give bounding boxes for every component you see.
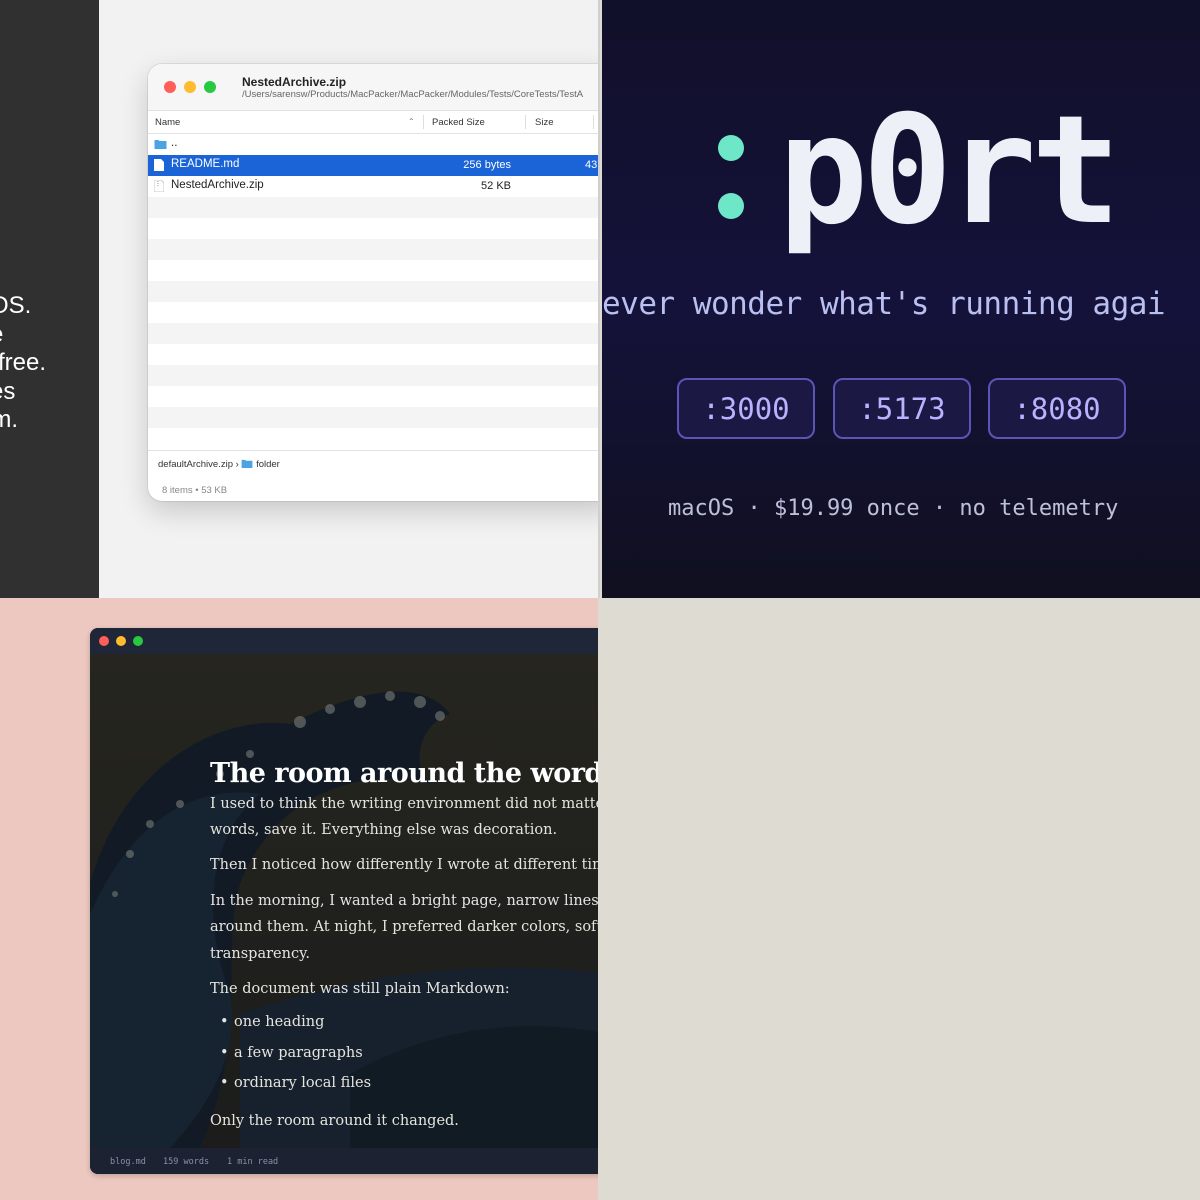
zip-file-icon xyxy=(154,180,164,192)
empty-row xyxy=(148,302,600,323)
close-button[interactable] xyxy=(164,81,176,93)
caption-line: em. xyxy=(0,406,19,433)
list-item-selected[interactable]: README.md 256 bytes 437 by xyxy=(148,155,600,176)
document-icon xyxy=(154,159,164,171)
breadcrumb-folder[interactable]: folder xyxy=(256,459,280,470)
archive-window: NestedArchive.zip /Users/sarensw/Product… xyxy=(148,64,600,501)
breadcrumb-separator: › xyxy=(235,459,239,470)
port-promo-panel: p0rt ever wonder what's running agai :30… xyxy=(602,0,1200,598)
column-divider[interactable] xyxy=(525,115,526,129)
product-meta: macOS · $19.99 once · no telemetry xyxy=(668,496,1119,521)
status-read-time: 1 min read xyxy=(227,1157,279,1167)
empty-row xyxy=(148,386,600,407)
tagline: ever wonder what's running agai xyxy=(602,286,1166,322)
status-word-count: 159 words xyxy=(163,1157,210,1167)
paragraph: The document was still plain Markdown: xyxy=(210,981,510,997)
folder-icon xyxy=(154,140,167,149)
column-divider[interactable] xyxy=(423,115,424,129)
size: 437 by xyxy=(584,159,600,171)
empty-row xyxy=(148,239,600,260)
paragraph: In the morning, I wanted a bright page, … xyxy=(210,893,598,909)
empty-panel xyxy=(598,598,1200,1200)
logo-colon-icon xyxy=(718,135,744,251)
paragraph: I used to think the writing environment … xyxy=(210,796,598,812)
paragraph: words, save it. Everything else was deco… xyxy=(210,822,558,838)
writer-window: The room around the words I used to thin… xyxy=(90,628,598,1174)
paragraph: Only the room around it changed. xyxy=(210,1113,459,1129)
breadcrumb: defaultArchive.zip › folder xyxy=(158,459,280,470)
panel-divider xyxy=(598,0,600,598)
document-heading: The room around the words xyxy=(210,758,598,789)
logo-text: p0rt xyxy=(778,84,1121,258)
footer-divider xyxy=(148,450,600,451)
paragraph: Then I noticed how differently I wrote a… xyxy=(210,857,598,873)
window-titlebar[interactable]: NestedArchive.zip /Users/sarensw/Product… xyxy=(148,64,600,111)
status-file: blog.md xyxy=(110,1157,146,1167)
close-button[interactable] xyxy=(99,636,109,646)
zoom-button[interactable] xyxy=(133,636,143,646)
caption-line: e free. xyxy=(0,349,47,376)
list-item[interactable]: NestedArchive.zip 52 KB 52 xyxy=(148,176,600,197)
paragraph: around them. At night, I preferred darke… xyxy=(210,919,598,935)
status-text: 8 items • 53 KB xyxy=(162,485,228,496)
packed-size: 256 bytes xyxy=(463,159,511,171)
port-badge-8080: :8080 xyxy=(988,378,1126,439)
window-path: /Users/sarensw/Products/MacPacker/MacPac… xyxy=(242,89,584,100)
list-item: a few paragraphs xyxy=(220,1045,363,1061)
empty-row xyxy=(148,344,600,365)
side-caption: cOS. se e free. ves em. xyxy=(0,292,46,435)
port-badge-5173: :5173 xyxy=(833,378,971,439)
list-item: one heading xyxy=(220,1014,324,1030)
empty-row xyxy=(148,218,600,239)
writer-app-panel: The room around the words I used to thin… xyxy=(0,598,598,1200)
port-badge-3000: :3000 xyxy=(677,378,815,439)
file-name: .. xyxy=(171,137,178,149)
window-titlebar[interactable] xyxy=(90,628,598,654)
empty-row xyxy=(148,260,600,281)
file-name: README.md xyxy=(171,158,240,170)
window-title: NestedArchive.zip xyxy=(242,75,347,89)
minimize-button[interactable] xyxy=(116,636,126,646)
empty-row xyxy=(148,365,600,386)
status-bar: blog.md 159 words 1 min read xyxy=(90,1148,598,1174)
caption-line: se xyxy=(0,321,3,348)
empty-row xyxy=(148,407,600,428)
column-size[interactable]: Size xyxy=(535,117,553,128)
zoom-button[interactable] xyxy=(204,81,216,93)
caption-line: ves xyxy=(0,377,16,405)
column-divider[interactable] xyxy=(593,115,594,129)
empty-row xyxy=(148,428,600,449)
caption-line: cOS. xyxy=(0,292,32,319)
column-packed-size[interactable]: Packed Size xyxy=(432,117,485,128)
paragraph: transparency. xyxy=(210,946,310,962)
column-name[interactable]: Name xyxy=(155,117,180,128)
document-content[interactable]: The room around the words I used to thin… xyxy=(210,654,598,1148)
column-header: Name ⌃ Packed Size Size xyxy=(148,111,600,134)
empty-row xyxy=(148,323,600,344)
minimize-button[interactable] xyxy=(184,81,196,93)
file-name: NestedArchive.zip xyxy=(171,179,264,191)
empty-row xyxy=(148,197,600,218)
sort-chevron-icon[interactable]: ⌃ xyxy=(408,117,415,126)
breadcrumb-archive[interactable]: defaultArchive.zip xyxy=(158,459,233,470)
file-list: .. README.md 256 bytes 437 by NestedArch… xyxy=(148,134,600,449)
folder-icon xyxy=(242,459,253,468)
archive-viewer-panel: cOS. se e free. ves em. NestedArchive.zi… xyxy=(0,0,600,598)
empty-row xyxy=(148,281,600,302)
list-item: ordinary local files xyxy=(220,1075,371,1091)
packed-size: 52 KB xyxy=(481,180,511,192)
list-item[interactable]: .. xyxy=(148,134,600,155)
